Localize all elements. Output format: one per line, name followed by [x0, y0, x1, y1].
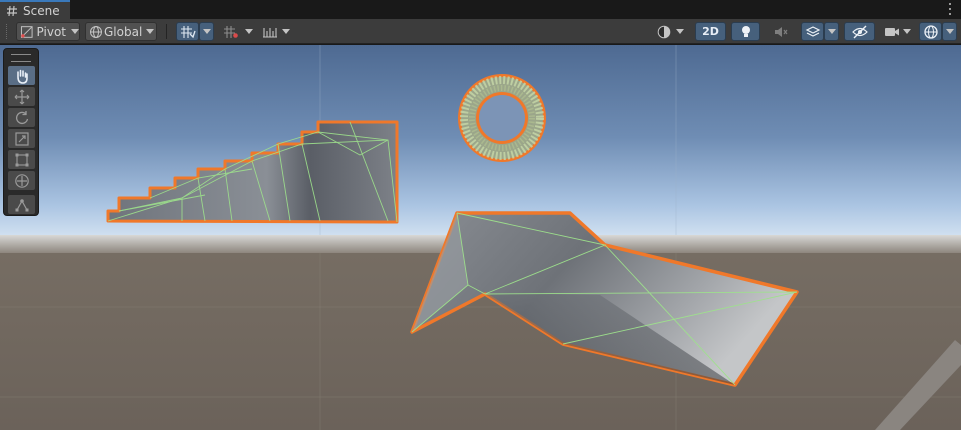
hand-tool-button[interactable] [8, 66, 35, 85]
gizmos-dropdown[interactable] [942, 22, 957, 41]
chevron-down-icon [71, 29, 79, 34]
tab-label: Scene [23, 3, 60, 18]
chevron-down-icon [827, 29, 836, 34]
draw-mode-icon [657, 25, 671, 38]
rect-transform-icon [15, 153, 28, 166]
scene-viewport[interactable] [0, 45, 961, 430]
transform-tool-button[interactable] [8, 171, 35, 190]
tab-scene[interactable]: Scene [0, 0, 70, 19]
chevron-down-icon [202, 29, 211, 34]
global-dropdown[interactable]: Global [85, 22, 157, 41]
grid-snap-toggle[interactable] [176, 22, 199, 41]
draw-mode-dropdown[interactable] [652, 22, 689, 41]
chevron-down-icon [146, 29, 155, 34]
grid-snap-icon [180, 25, 196, 38]
hidden-objects-toggle[interactable] [844, 22, 875, 41]
custom-tool-button[interactable] [8, 195, 35, 214]
custom-tool-icon [15, 198, 28, 211]
effects-layers-icon [805, 25, 820, 37]
mode-2d-button[interactable]: 2D [695, 22, 726, 41]
lighting-toggle[interactable] [731, 22, 760, 41]
increment-snap-dropdown[interactable] [242, 22, 256, 41]
increment-snap-toggle[interactable] [219, 22, 242, 41]
move-tool-button[interactable] [8, 87, 35, 106]
rect-tool-button[interactable] [8, 150, 35, 169]
chevron-down-icon [676, 29, 684, 34]
gizmos-toggle[interactable] [919, 22, 942, 41]
camera-dropdown[interactable] [880, 22, 914, 41]
increment-snap-icon [223, 25, 238, 38]
chevron-down-icon [903, 29, 911, 34]
unity-scene-window: Scene Pivot Global 2D [0, 0, 961, 430]
transform-icon [14, 173, 29, 188]
toolbar-separator [166, 24, 167, 39]
pivot-label: Pivot [36, 24, 66, 39]
ruler-dropdown[interactable] [259, 22, 293, 41]
camera-icon [885, 27, 899, 36]
lighting-bulb-icon [741, 25, 750, 37]
audio-toggle[interactable] [766, 22, 795, 41]
move-icon [14, 89, 29, 104]
hidden-eye-icon [851, 25, 868, 38]
global-globe-icon [90, 25, 102, 38]
chevron-down-icon [945, 29, 954, 34]
rotate-tool-button[interactable] [8, 108, 35, 127]
gizmos-icon [923, 24, 938, 39]
effects-dropdown[interactable] [824, 22, 839, 41]
grid-snap-dropdown[interactable] [199, 22, 214, 41]
scale-icon [14, 131, 29, 146]
effects-toggle[interactable] [801, 22, 824, 41]
hand-icon [16, 69, 28, 84]
overlay-drag-handle[interactable] [11, 54, 31, 62]
toolbar-grip [6, 24, 9, 39]
tools-overlay [3, 48, 39, 216]
scene-canvas[interactable] [0, 45, 961, 430]
rotate-icon [15, 110, 28, 124]
scene-toolbar: Pivot Global 2D [0, 19, 961, 44]
tab-bar: Scene [0, 0, 961, 19]
more-options-icon[interactable] [945, 2, 955, 16]
pivot-icon [20, 25, 33, 38]
hash-grid-icon [6, 5, 18, 17]
scale-tool-button[interactable] [8, 129, 35, 148]
audio-mute-icon [774, 26, 787, 37]
global-label: Global [104, 24, 143, 39]
ruler-icon [263, 27, 277, 38]
torus-object[interactable] [458, 74, 546, 162]
pivot-dropdown[interactable]: Pivot [16, 22, 80, 41]
chevron-down-icon [282, 29, 290, 34]
mode-2d-label: 2D [702, 25, 719, 38]
chevron-down-icon [245, 29, 253, 34]
